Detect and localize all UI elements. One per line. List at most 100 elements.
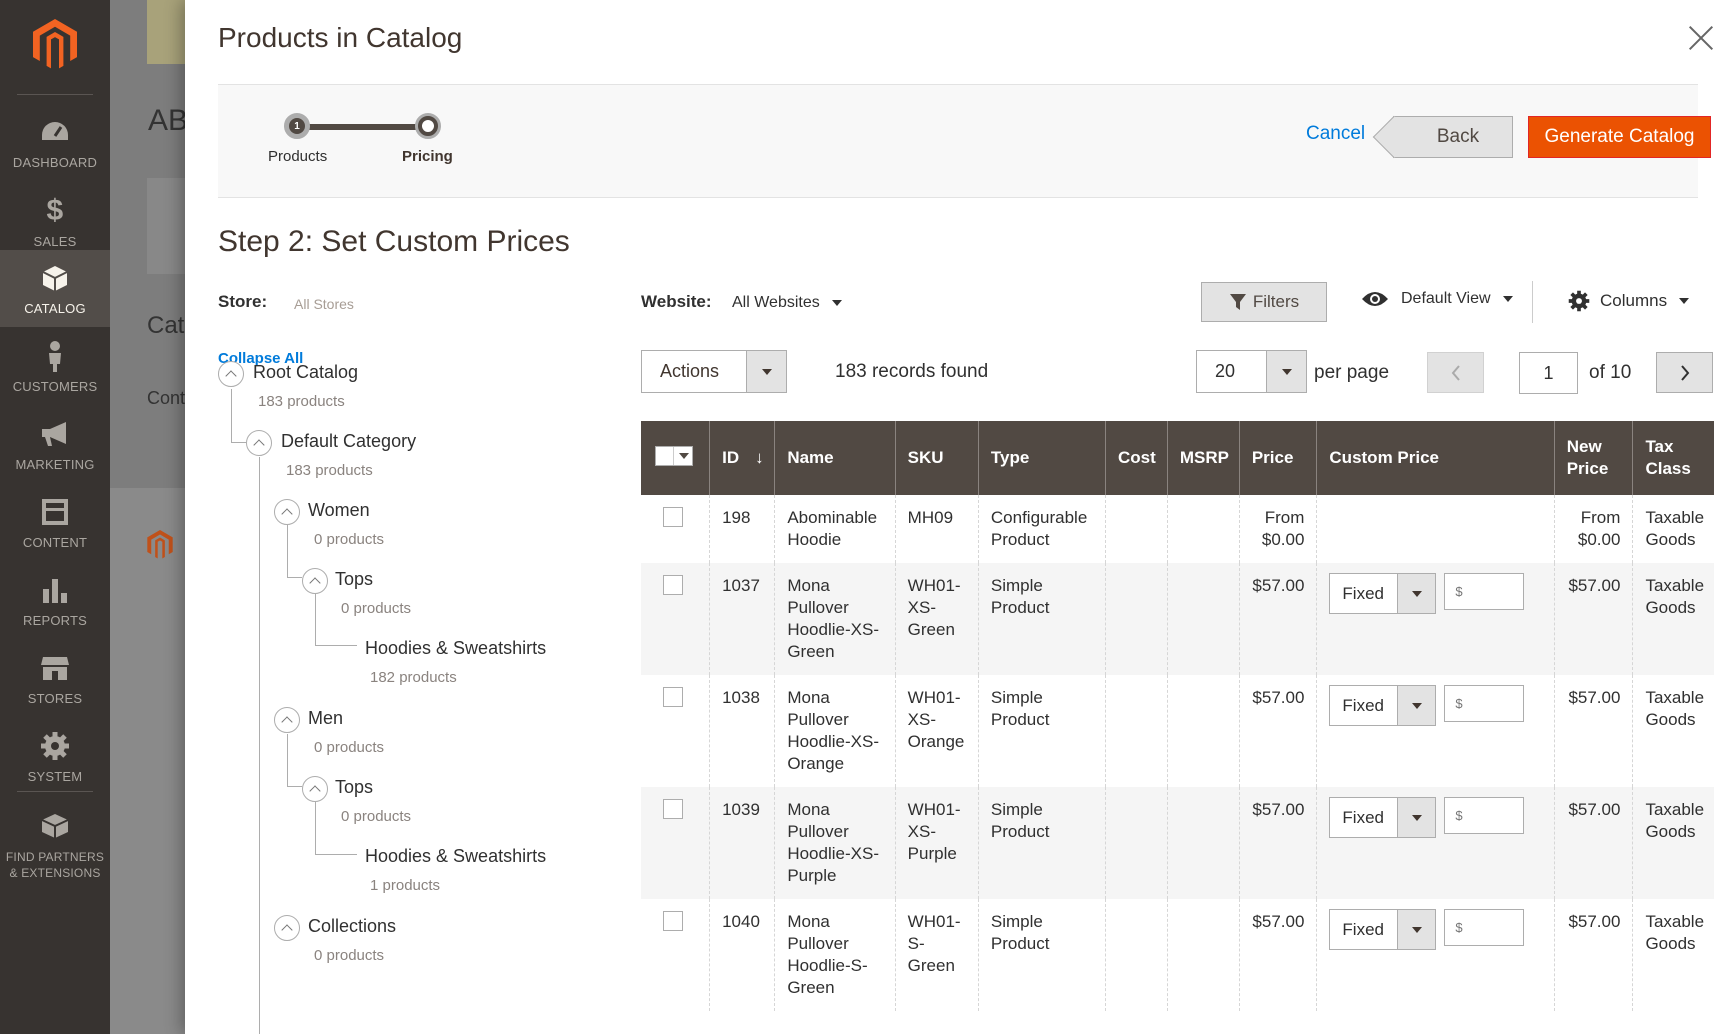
cell-sku: WH01- S- Green [894,899,979,1011]
mass-select-checkbox[interactable] [655,445,693,466]
chevron-down-icon [1679,298,1690,304]
chevron-down-icon [831,299,842,306]
mass-actions-dropdown[interactable]: Actions [641,350,787,393]
tree-node-default-category[interactable]: Default Category [281,431,416,452]
tree-node-men-hoodies[interactable]: Hoodies & Sweatshirts [365,846,546,867]
tree-toggle-icon[interactable] [274,915,300,941]
tree-node-count: 0 products [341,600,412,617]
sort-down-icon: ↓ [755,448,764,467]
tree-toggle-icon[interactable] [246,430,272,456]
price-type-dropdown[interactable]: Fixed [1329,685,1437,726]
background-text: Cont [147,388,185,408]
tree-node-women[interactable]: Women [308,500,370,521]
nav-item-marketing[interactable]: MARKETING [0,406,110,483]
columns-control[interactable]: Columns [1568,290,1690,312]
magento-logo[interactable] [0,0,110,90]
store-switcher[interactable]: All Stores [294,296,354,312]
column-header-tax-class[interactable]: Tax Class [1632,421,1714,495]
cell-price: $57.00 [1238,675,1317,787]
table-row[interactable]: 198 Abominable Hoodie MH09 Configurable Produ… [641,495,1714,563]
cancel-button[interactable]: Cancel [1306,123,1365,145]
column-header-price[interactable]: Price [1238,421,1317,495]
custom-price-input[interactable] [1444,909,1525,946]
table-row[interactable]: 1038 Mona Pullover Hoodlie-XS- Orange WH01- XS… [641,675,1714,787]
custom-price-input[interactable] [1444,573,1525,610]
tree-toggle-icon[interactable] [218,361,244,387]
cell-tax-class: Taxable Goods [1632,495,1714,563]
cell-cost [1104,675,1168,787]
column-header-name[interactable]: Name [774,421,896,495]
row-checkbox[interactable] [663,799,683,819]
previous-page-button[interactable] [1427,352,1484,393]
chevron-right-icon [1680,364,1689,381]
chevron-down-icon [1397,574,1436,613]
cell-msrp [1166,563,1240,675]
cell-type: Simple Product [977,563,1106,675]
row-checkbox[interactable] [663,575,683,595]
view-switcher[interactable]: Default View [1361,290,1513,308]
per-page-dropdown[interactable]: 20 [1196,350,1307,393]
custom-price-input[interactable] [1444,797,1525,834]
filters-button[interactable]: Filters [1201,282,1327,322]
nav-item-sales[interactable]: $ SALES [0,183,110,260]
column-header-custom-price[interactable]: Custom Price [1316,421,1555,495]
gear-icon [1568,290,1590,312]
nav-item-customers[interactable]: CUSTOMERS [0,328,110,405]
tree-toggle-icon[interactable] [302,776,328,802]
column-header-cost[interactable]: Cost [1104,421,1168,495]
column-header-sku[interactable]: SKU [894,421,979,495]
background-heading: AB [148,104,185,137]
tree-node-collections[interactable]: Collections [308,916,396,937]
table-row[interactable]: 1040 Mona Pullover Hoodlie-S- Green WH01- S- Gr… [641,899,1714,1011]
nav-label: FIND PARTNERS & EXTENSIONS [5,850,105,880]
close-icon[interactable] [1683,20,1719,56]
column-header-type[interactable]: Type [977,421,1106,495]
column-header-msrp[interactable]: MSRP [1166,421,1240,495]
tree-node-root-catalog[interactable]: Root Catalog [253,362,358,383]
tree-node-women-hoodies[interactable]: Hoodies & Sweatshirts [365,638,546,659]
table-row[interactable]: 1039 Mona Pullover Hoodlie-XS- Purple WH01- XS… [641,787,1714,899]
nav-item-content[interactable]: CONTENT [0,484,110,561]
tree-node-men[interactable]: Men [308,708,343,729]
nav-label: CONTENT [22,534,88,550]
nav-label: SALES [33,233,77,249]
custom-price-input[interactable] [1444,685,1525,722]
nav-item-stores[interactable]: STORES [0,640,110,717]
nav-item-find-partners[interactable]: FIND PARTNERS & EXTENSIONS [0,800,110,890]
cell-name: Mona Pullover Hoodlie-XS- Orange [774,675,896,787]
tree-toggle-icon[interactable] [274,499,300,525]
tree-node-women-tops[interactable]: Tops [335,569,373,590]
step-indicator-pricing[interactable] [415,113,441,139]
price-type-dropdown[interactable]: Fixed [1329,573,1437,614]
tree-node-men-tops[interactable]: Tops [335,777,373,798]
nav-item-reports[interactable]: REPORTS [0,562,110,639]
mass-select-header[interactable] [641,421,710,495]
current-page-input[interactable] [1519,352,1578,394]
row-checkbox[interactable] [663,911,683,931]
tree-toggle-icon[interactable] [274,707,300,733]
step-indicator-products[interactable]: 1 [284,113,310,139]
cell-type: Simple Product [977,675,1106,787]
cell-msrp [1166,495,1240,563]
table-row[interactable]: 1037 Mona Pullover Hoodlie-XS- Green WH01- XS-… [641,563,1714,675]
nav-label: CUSTOMERS [12,378,98,394]
generate-catalog-button[interactable]: Generate Catalog [1528,116,1711,158]
nav-item-dashboard[interactable]: DASHBOARD [0,104,110,181]
row-checkbox[interactable] [663,507,683,527]
records-found-count: 183 records found [835,361,989,382]
website-switcher[interactable]: All Websites [732,294,842,312]
price-type-dropdown[interactable]: Fixed [1329,797,1437,838]
row-checkbox[interactable] [663,687,683,707]
nav-item-system[interactable]: SYSTEM [0,718,110,795]
next-page-button[interactable] [1656,352,1713,393]
column-header-id[interactable]: ID ↓ [709,421,775,495]
cell-custom-price: Fixed [1316,787,1555,899]
nav-item-catalog[interactable]: CATALOG [0,250,110,327]
price-type-dropdown[interactable]: Fixed [1329,909,1437,950]
column-header-new-price[interactable]: New Price [1553,421,1633,495]
cell-type: Simple Product [977,787,1106,899]
tree-toggle-icon[interactable] [302,568,328,594]
back-button[interactable]: Back [1393,116,1513,158]
eye-icon [1362,292,1388,306]
view-label: Default View [1401,290,1491,307]
